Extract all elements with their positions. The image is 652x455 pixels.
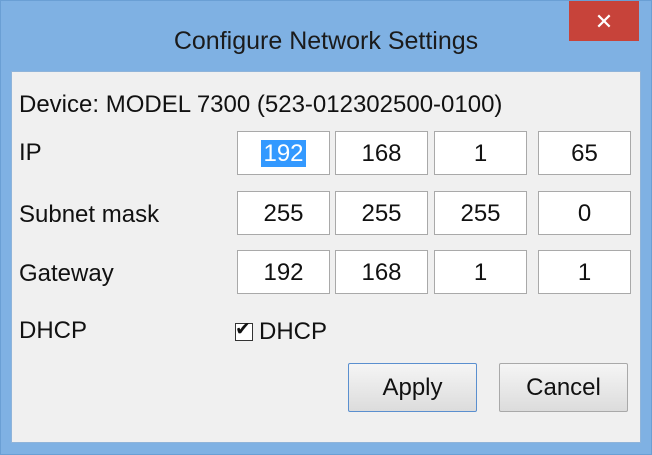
dialog-window: Configure Network Settings ✕ Device: MOD… (0, 0, 652, 455)
subnet-octet-1[interactable]: 255 (237, 191, 330, 235)
ip-octet-2[interactable]: 168 (335, 131, 428, 175)
gateway-label: Gateway (19, 260, 114, 287)
cancel-button[interactable]: Cancel (499, 363, 628, 412)
ip-octet-4[interactable]: 65 (538, 131, 631, 175)
dhcp-label: DHCP (19, 317, 88, 344)
ip-octet-1[interactable]: 192 (237, 131, 330, 175)
subnet-octet-2[interactable]: 255 (335, 191, 428, 235)
close-button[interactable]: ✕ (569, 1, 639, 41)
device-label: Device: MODEL 7300 (523-012302500-0100) (19, 91, 503, 118)
gateway-octet-1[interactable]: 192 (237, 250, 330, 294)
gateway-octet-2[interactable]: 168 (335, 250, 428, 294)
gateway-octet-4[interactable]: 1 (538, 250, 631, 294)
subnet-mask-label: Subnet mask (19, 201, 160, 228)
ip-label: IP (19, 139, 42, 166)
subnet-octet-3[interactable]: 255 (434, 191, 527, 235)
dhcp-checkbox-control[interactable]: ✔ DHCP (235, 317, 327, 347)
gateway-octet-3[interactable]: 1 (434, 250, 527, 294)
ip-octet-3[interactable]: 1 (434, 131, 527, 175)
ip-octet-1-selection: 192 (261, 140, 306, 167)
check-icon: ✔ (235, 319, 251, 340)
dialog-title: Configure Network Settings (173, 27, 479, 55)
dhcp-checkbox[interactable]: ✔ (235, 319, 253, 341)
subnet-octet-4[interactable]: 0 (538, 191, 631, 235)
close-icon: ✕ (594, 9, 614, 34)
apply-button[interactable]: Apply (348, 363, 477, 412)
dialog-content: Device: MODEL 7300 (523-012302500-0100) … (11, 71, 641, 443)
dhcp-checkbox-label: DHCP (259, 318, 328, 345)
title-bar[interactable]: Configure Network Settings ✕ (1, 1, 651, 71)
